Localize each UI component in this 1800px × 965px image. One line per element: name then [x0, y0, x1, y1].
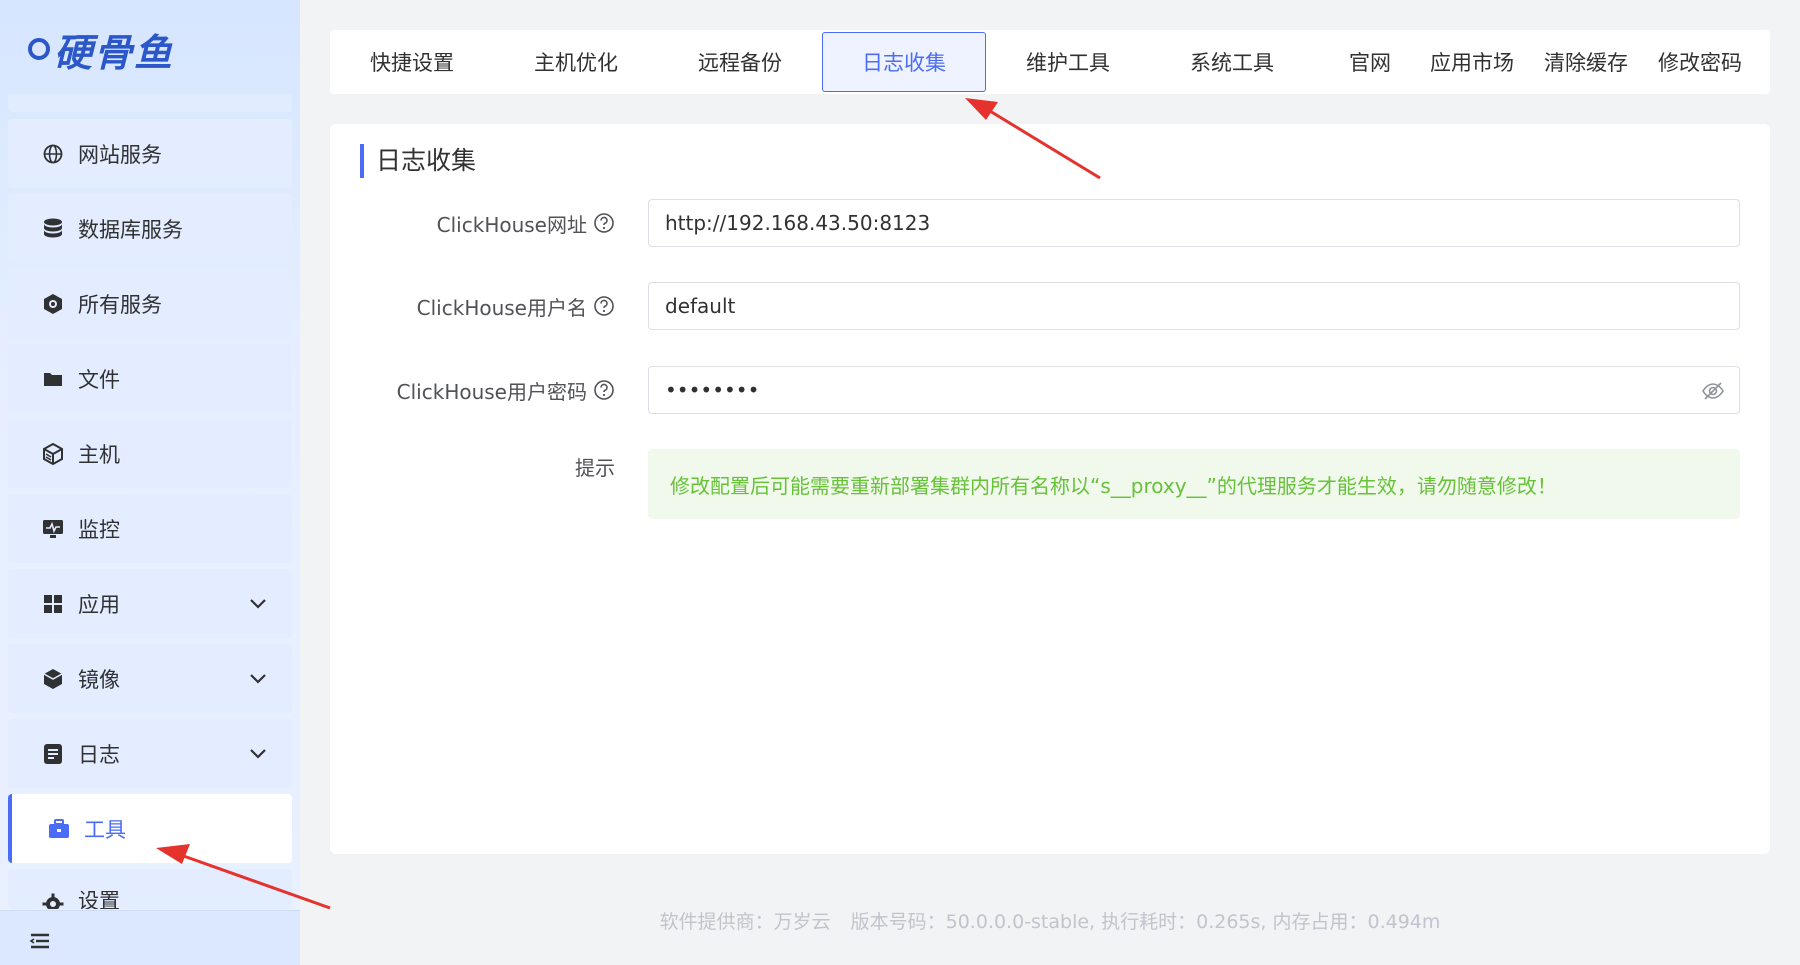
sidebar-item-label: 主机 — [78, 442, 120, 467]
form-row-tip: 提示 修改配置后可能需要重新部署集群内所有名称以“s__proxy__”的代理服… — [330, 449, 1770, 519]
user-label: ClickHouse用户名 — [417, 282, 615, 330]
sidebar-nav: 网站服务 数据库服务 所有服务 文件 主机 监控 应用 镜像 日志 工具 设置 — [8, 119, 292, 915]
tab-official-site[interactable]: 官网 — [1340, 32, 1400, 92]
tab-quick-settings[interactable]: 快捷设置 — [350, 32, 474, 92]
logo-text: 硬骨鱼 — [54, 29, 175, 75]
sidebar-item-apps[interactable]: 应用 — [8, 569, 292, 638]
page-footer: 软件提供商：万岁云 版本号码：50.0.0.0-stable, 执行耗时：0.2… — [330, 900, 1770, 940]
sidebar-item-website-services[interactable]: 网站服务 — [8, 119, 292, 188]
sidebar-item-label: 所有服务 — [78, 292, 162, 317]
footer-provider: 软件提供商：万岁云 — [659, 910, 831, 933]
chevron-down-icon[interactable] — [246, 666, 270, 690]
tab-system-tools[interactable]: 系统工具 — [1170, 32, 1294, 92]
server-cube-icon — [42, 442, 64, 465]
services-icon — [42, 293, 64, 315]
password-label-text: ClickHouse用户密码 — [396, 379, 587, 404]
card-title: 日志收集 — [360, 144, 476, 178]
toolbox-icon — [48, 818, 70, 840]
sidebar-item-label: 文件 — [78, 367, 120, 392]
sidebar-item-label: 数据库服务 — [78, 217, 183, 242]
sidebar-item-label: 设置 — [78, 889, 120, 909]
sidebar-item-hosts[interactable]: 主机 — [8, 419, 292, 488]
gear-icon — [42, 893, 64, 909]
help-icon[interactable] — [593, 212, 615, 234]
tip-alert: 修改配置后可能需要重新部署集群内所有名称以“s__proxy__”的代理服务才能… — [648, 449, 1740, 519]
sidebar-item-label: 应用 — [78, 592, 120, 617]
url-label: ClickHouse网址 — [437, 199, 615, 247]
clickhouse-password-input[interactable]: •••••••• — [648, 366, 1740, 414]
sidebar-item-database-services[interactable]: 数据库服务 — [8, 194, 292, 263]
sidebar-item-label: 网站服务 — [78, 142, 162, 167]
database-icon — [42, 218, 64, 240]
user-label-text: ClickHouse用户名 — [416, 295, 587, 320]
sidebar-item-label: 监控 — [78, 517, 120, 542]
sidebar-item-all-services[interactable]: 所有服务 — [8, 269, 292, 338]
sidebar-item-label: 镜像 — [78, 667, 120, 692]
image-box-icon — [42, 668, 64, 690]
monitor-icon — [42, 518, 64, 540]
app-root: 硬骨鱼 网站服务 数据库服务 所有服务 文件 主机 监控 应用 镜像 日志 工具… — [0, 0, 1800, 965]
apps-grid-icon — [42, 593, 64, 615]
sidebar-item-label: 日志 — [78, 742, 120, 767]
tab-clear-cache[interactable]: 清除缓存 — [1534, 32, 1638, 92]
eye-off-icon[interactable] — [1701, 379, 1725, 403]
logo-mark-icon — [28, 38, 50, 60]
sidebar-item-settings[interactable]: 设置 — [8, 869, 292, 909]
sidebar-item-monitoring[interactable]: 监控 — [8, 494, 292, 563]
form-row-user: ClickHouse用户名 default — [330, 282, 1770, 330]
log-collection-card: 日志收集 ClickHouse网址 http://192.168.43.50:8… — [330, 124, 1770, 854]
tab-remote-backup[interactable]: 远程备份 — [678, 32, 802, 92]
footer-version: 版本号码：50.0.0.0-stable, 执行耗时：0.265s, 内存占用：… — [850, 910, 1441, 933]
tab-app-market[interactable]: 应用市场 — [1420, 32, 1524, 92]
sidebar-item-label: 工具 — [84, 817, 126, 842]
log-doc-icon — [42, 743, 64, 765]
sidebar-item-tools[interactable]: 工具 — [8, 794, 292, 863]
menu-collapse-icon[interactable] — [28, 929, 52, 953]
password-masked-value: •••••••• — [665, 378, 760, 402]
sidebar-item-files[interactable]: 文件 — [8, 344, 292, 413]
tool-tabs: 快捷设置 主机优化 远程备份 日志收集 维护工具 系统工具 官网 应用市场 清除… — [330, 30, 1770, 94]
url-label-text: ClickHouse网址 — [436, 212, 587, 237]
sidebar-item-logs[interactable]: 日志 — [8, 719, 292, 788]
globe-icon — [42, 143, 64, 165]
password-label: ClickHouse用户密码 — [397, 366, 615, 414]
help-icon[interactable] — [593, 379, 615, 401]
folder-icon — [42, 368, 64, 390]
form-row-url: ClickHouse网址 http://192.168.43.50:8123 — [330, 199, 1770, 247]
chevron-down-icon[interactable] — [246, 591, 270, 615]
tab-host-optimization[interactable]: 主机优化 — [514, 32, 638, 92]
tab-log-collection[interactable]: 日志收集 — [822, 32, 986, 92]
clickhouse-username-input[interactable]: default — [648, 282, 1740, 330]
clickhouse-url-input[interactable]: http://192.168.43.50:8123 — [648, 199, 1740, 247]
logo[interactable]: 硬骨鱼 — [28, 22, 228, 76]
sidebar-footer — [0, 910, 300, 965]
help-icon[interactable] — [593, 295, 615, 317]
form-row-password: ClickHouse用户密码 •••••••• — [330, 366, 1770, 414]
sidebar-item-images[interactable]: 镜像 — [8, 644, 292, 713]
tab-change-password[interactable]: 修改密码 — [1648, 32, 1752, 92]
chevron-down-icon[interactable] — [246, 741, 270, 765]
tip-label: 提示 — [575, 455, 615, 480]
sidebar: 硬骨鱼 网站服务 数据库服务 所有服务 文件 主机 监控 应用 镜像 日志 工具… — [0, 0, 300, 965]
sidebar-scroll-top-edge — [8, 94, 292, 112]
tab-maintenance-tools[interactable]: 维护工具 — [1006, 32, 1130, 92]
